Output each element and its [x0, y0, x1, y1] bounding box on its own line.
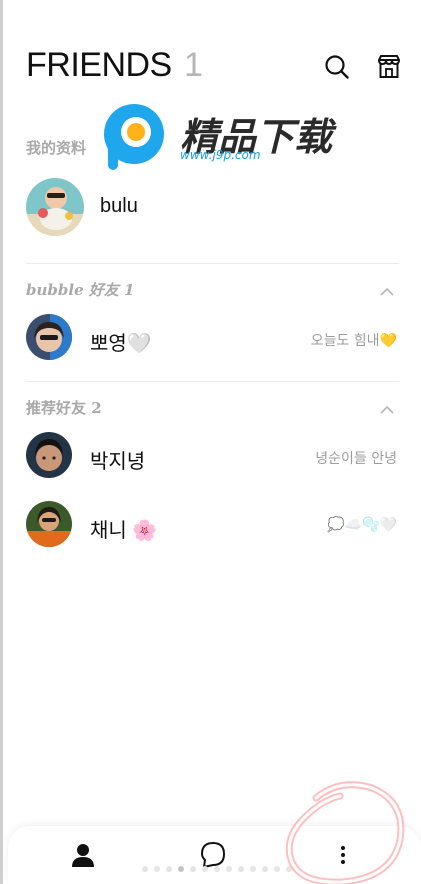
avatar[interactable]: [26, 432, 72, 478]
friend-status: 녕순이들 안녕: [315, 451, 397, 467]
friend-row[interactable]: 박지녕 녕순이들 안녕: [0, 426, 421, 486]
more-tab-vertical-dots-icon[interactable]: [326, 838, 360, 872]
watermark-logo: 精品下载 www.j9p.com: [96, 100, 336, 180]
chevron-up-icon[interactable]: [378, 283, 396, 296]
friend-status: 💭☁️🫧🤍: [327, 517, 397, 533]
friends-tab-person-icon[interactable]: [66, 838, 100, 872]
avatar[interactable]: [26, 314, 72, 360]
page-header: FRIENDS 1: [26, 44, 406, 92]
store-icon[interactable]: [374, 52, 404, 82]
my-profile-section-label: 我的资料: [26, 139, 87, 157]
friend-row[interactable]: 뽀영🤍 오늘도 힘내💛: [0, 308, 421, 368]
chevron-up-icon[interactable]: [378, 401, 396, 414]
watermark-p-icon: [104, 104, 164, 170]
section-divider: [26, 381, 399, 382]
bubble-friends-section-label: bubble 好友 1: [26, 281, 135, 299]
friend-name: 뽀영🤍: [90, 333, 152, 355]
bottom-navigation: [8, 826, 421, 884]
friend-name: 박지녕: [90, 451, 146, 473]
section-divider: [26, 263, 399, 264]
friend-status: 오늘도 힘내💛: [310, 333, 397, 349]
recommended-section-label: 推荐好友 2: [26, 399, 102, 417]
friend-name: 채니 🌸: [90, 520, 158, 542]
my-profile-name: bulu: [100, 195, 138, 217]
page-title: FRIENDS: [26, 46, 172, 84]
friend-count: 1: [184, 46, 203, 84]
page-indicator-dots: [142, 866, 292, 874]
avatar[interactable]: [26, 178, 84, 236]
search-icon[interactable]: [322, 52, 352, 82]
friend-row[interactable]: 채니 🌸 💭☁️🫧🤍: [0, 495, 421, 555]
watermark-url: www.j9p.com: [180, 148, 261, 162]
avatar[interactable]: [26, 501, 72, 547]
my-profile-row[interactable]: bulu: [0, 176, 421, 236]
